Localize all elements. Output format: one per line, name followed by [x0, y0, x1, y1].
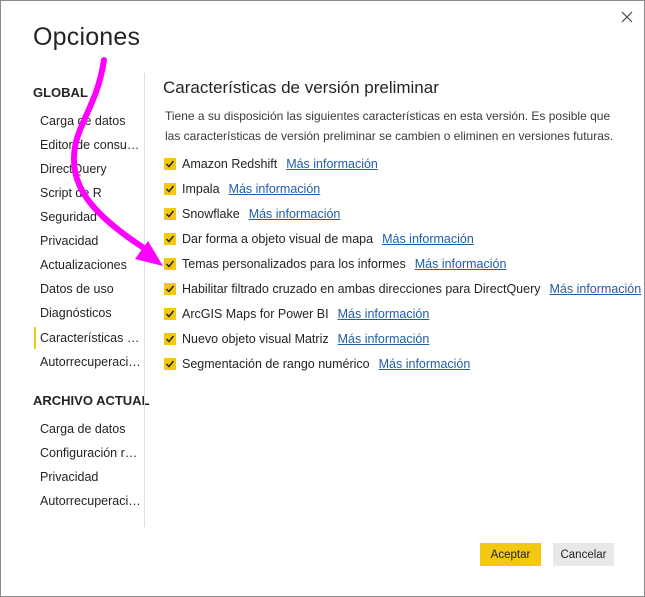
feature-checkbox[interactable]	[164, 333, 176, 345]
check-icon	[165, 260, 175, 268]
feature-label: ArcGIS Maps for Power BI	[182, 307, 329, 321]
more-info-link[interactable]: Más información	[550, 282, 642, 296]
feature-label: Nuevo objeto visual Matriz	[182, 332, 329, 346]
feature-row: Temas personalizados para los informes M…	[164, 254, 506, 274]
more-info-link[interactable]: Más información	[379, 357, 471, 371]
feature-row: Segmentación de rango numérico Más infor…	[164, 354, 470, 374]
feature-label: Segmentación de rango numérico	[182, 357, 370, 371]
sidebar-item-label: Autorrecuperación	[40, 494, 142, 508]
feature-label: Habilitar filtrado cruzado en ambas dire…	[182, 282, 541, 296]
check-icon	[165, 310, 175, 318]
feature-row: Amazon Redshift Más información	[164, 154, 378, 174]
sidebar-item-script-de-r[interactable]: Script de R	[34, 182, 142, 204]
sidebar-item-current-configuracion-regional[interactable]: Configuración regional	[34, 442, 142, 464]
options-dialog: Opciones GLOBAL Carga de datos Editor de…	[0, 0, 645, 597]
more-info-link[interactable]: Más información	[338, 332, 430, 346]
feature-checkbox[interactable]	[164, 158, 176, 170]
global-section-header: GLOBAL	[33, 85, 88, 100]
sidebar-item-label: Script de R	[40, 186, 102, 200]
check-icon	[165, 160, 175, 168]
more-info-link[interactable]: Más información	[229, 182, 321, 196]
sidebar-item-datos-de-uso[interactable]: Datos de uso	[34, 278, 142, 300]
feature-checkbox[interactable]	[164, 283, 176, 295]
sidebar-item-label: Privacidad	[40, 470, 99, 484]
sidebar-item-editor-de-consultas[interactable]: Editor de consultas	[34, 134, 142, 156]
current-file-section-header: ARCHIVO ACTUAL	[33, 393, 150, 408]
check-icon	[165, 335, 175, 343]
feature-checkbox[interactable]	[164, 258, 176, 270]
sidebar-item-label: Configuración regional	[40, 446, 142, 460]
feature-row: Impala Más información	[164, 179, 320, 199]
more-info-link[interactable]: Más información	[249, 207, 341, 221]
sidebar-item-diagnosticos[interactable]: Diagnósticos	[34, 302, 142, 324]
section-description: Tiene a su disposición las siguientes ca…	[165, 109, 614, 143]
check-icon	[165, 360, 175, 368]
sidebar-item-label: DirectQuery	[40, 162, 107, 176]
feature-label: Dar forma a objeto visual de mapa	[182, 232, 374, 246]
feature-checkbox[interactable]	[164, 358, 176, 370]
dialog-title: Opciones	[33, 23, 141, 51]
sidebar-item-seguridad[interactable]: Seguridad	[34, 206, 142, 228]
sidebar-item-autorrecuperacion[interactable]: Autorrecuperación	[34, 351, 142, 373]
close-button[interactable]	[617, 7, 637, 27]
feature-checkbox[interactable]	[164, 208, 176, 220]
sidebar-item-label: Privacidad	[40, 234, 99, 248]
sidebar-item-label: Carga de datos	[40, 422, 126, 436]
sidebar-item-directquery[interactable]: DirectQuery	[34, 158, 142, 180]
feature-label: Temas personalizados para los informes	[182, 257, 406, 271]
check-icon	[165, 285, 175, 293]
sidebar-item-label: Características de versión preliminar	[40, 331, 142, 345]
feature-row: Dar forma a objeto visual de mapa Más in…	[164, 229, 474, 249]
feature-label: Snowflake	[182, 207, 240, 221]
sidebar-item-current-autorrecuperacion[interactable]: Autorrecuperación	[34, 490, 142, 512]
cancel-button[interactable]: Cancelar	[553, 543, 614, 566]
sidebar-item-label: Seguridad	[40, 210, 97, 224]
more-info-link[interactable]: Más información	[415, 257, 507, 271]
sidebar-item-current-carga-de-datos[interactable]: Carga de datos	[34, 418, 142, 440]
feature-checkbox[interactable]	[164, 183, 176, 195]
more-info-link[interactable]: Más información	[382, 232, 474, 246]
sidebar-item-label: Diagnósticos	[40, 306, 112, 320]
sidebar-item-label: Autorrecuperación	[40, 355, 142, 369]
more-info-link[interactable]: Más información	[286, 157, 378, 171]
feature-row: ArcGIS Maps for Power BI Más información	[164, 304, 429, 324]
feature-label: Amazon Redshift	[182, 157, 278, 171]
sidebar-item-label: Carga de datos	[40, 114, 126, 128]
feature-label: Impala	[182, 182, 220, 196]
more-info-link[interactable]: Más información	[338, 307, 430, 321]
sidebar-item-label: Datos de uso	[40, 282, 114, 296]
feature-checkbox[interactable]	[164, 233, 176, 245]
feature-row: Habilitar filtrado cruzado en ambas dire…	[164, 279, 641, 299]
sidebar-item-caracteristicas-preliminares[interactable]: Características de versión preliminar	[34, 327, 142, 349]
close-icon	[621, 11, 633, 23]
sidebar-item-label: Editor de consultas	[40, 138, 142, 152]
feature-checkbox[interactable]	[164, 308, 176, 320]
section-title: Características de versión preliminar	[163, 78, 439, 97]
feature-row: Nuevo objeto visual Matriz Más informaci…	[164, 329, 429, 349]
feature-row: Snowflake Más información	[164, 204, 340, 224]
check-icon	[165, 185, 175, 193]
accept-button[interactable]: Aceptar	[480, 543, 541, 566]
sidebar-item-current-privacidad[interactable]: Privacidad	[34, 466, 142, 488]
check-icon	[165, 235, 175, 243]
sidebar-item-carga-de-datos[interactable]: Carga de datos	[34, 110, 142, 132]
sidebar-item-actualizaciones[interactable]: Actualizaciones	[34, 254, 142, 276]
check-icon	[165, 210, 175, 218]
sidebar-item-privacidad[interactable]: Privacidad	[34, 230, 142, 252]
sidebar-item-label: Actualizaciones	[40, 258, 127, 272]
sidebar-divider	[144, 73, 145, 527]
